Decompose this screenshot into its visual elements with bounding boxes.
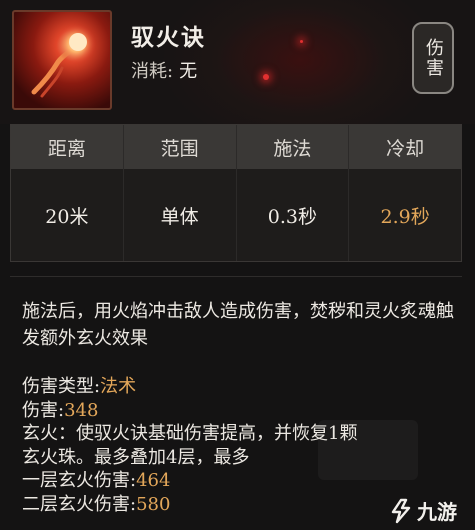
stat-value-area: 单体 bbox=[124, 169, 237, 261]
skill-description: 施法后，用火焰冲击敌人造成伤害，焚秽和灵火炙魂触发额外玄火效果 bbox=[22, 301, 454, 349]
damage-label: 伤害: bbox=[22, 399, 65, 421]
stat-header-area: 范围 bbox=[124, 125, 237, 169]
jiuyou-logo-icon bbox=[391, 498, 411, 523]
level1-row: 一层玄火伤害:464 bbox=[22, 469, 462, 493]
xuanhuo-line-1: 玄火：使驭火诀基础伤害提高，并恢复1颗 bbox=[22, 423, 358, 445]
stat-value-cast: 0.3秒 bbox=[237, 169, 350, 261]
ember-decoration bbox=[300, 40, 303, 43]
stat-value-range: 20米 bbox=[11, 169, 124, 261]
cost-label: 消耗: bbox=[131, 61, 174, 82]
skill-name: 驭火诀 bbox=[131, 24, 206, 51]
stats-header-row: 距离 范围 施法 冷却 bbox=[11, 125, 461, 169]
level2-label: 二层玄火伤害: bbox=[22, 493, 137, 515]
level1-label: 一层玄火伤害: bbox=[22, 470, 137, 492]
stat-header-cast: 施法 bbox=[237, 125, 350, 169]
skill-stats-table: 距离 范围 施法 冷却 20米 单体 0.3秒 2.9秒 bbox=[10, 124, 462, 262]
ember-decoration bbox=[263, 74, 269, 80]
xuanhuo-line-2: 玄火珠。最多叠加4层，最多 bbox=[22, 446, 250, 468]
jiuyou-watermark: 九游 bbox=[388, 496, 457, 525]
watermark-text: 九游 bbox=[417, 500, 457, 524]
stat-header-cooldown: 冷却 bbox=[386, 137, 425, 160]
damage-value: 348 bbox=[64, 399, 99, 421]
damage-type-value: 法术 bbox=[100, 376, 137, 397]
divider bbox=[10, 276, 462, 277]
skill-cost: 消耗: 无 bbox=[131, 57, 197, 83]
skill-type-label: 伤害 bbox=[423, 38, 444, 78]
stat-header-range: 距离 bbox=[11, 125, 124, 169]
level2-value: 580 bbox=[136, 493, 171, 515]
cost-value: 无 bbox=[179, 61, 198, 82]
damage-row: 伤害:348 bbox=[22, 399, 462, 423]
stats-value-row: 20米 单体 0.3秒 2.9秒 bbox=[11, 169, 461, 261]
stat-value-cooldown: 2.9秒 bbox=[380, 205, 430, 228]
damage-type-row: 伤害类型:法术 bbox=[22, 375, 462, 399]
damage-type-label: 伤害类型: bbox=[22, 376, 101, 397]
level1-value: 464 bbox=[136, 470, 171, 492]
fire-spirit-icon bbox=[12, 10, 112, 110]
skill-type-tag: 伤害 bbox=[412, 22, 454, 94]
